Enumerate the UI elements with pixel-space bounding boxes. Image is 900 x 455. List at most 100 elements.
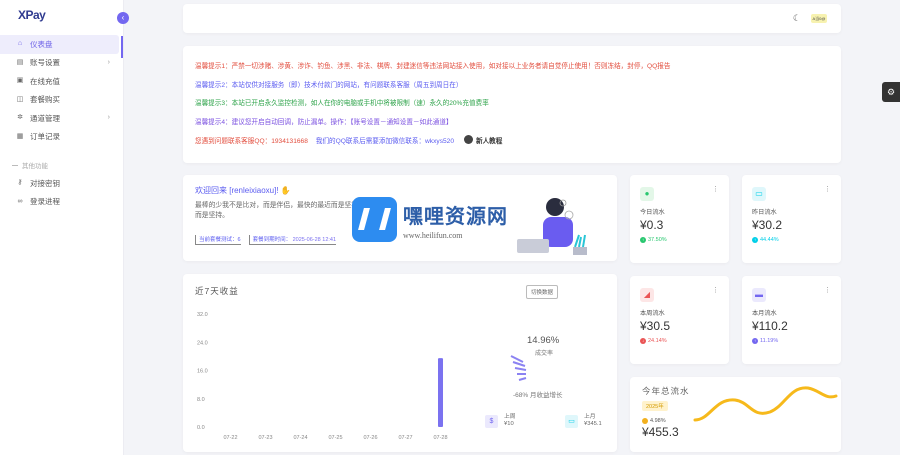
expire-info: 套餐到期时间： 2025-06-28 12:41 — [248, 235, 337, 245]
sidebar: XPay ⌂ 仪表盘 ▤ 账号设置 › ▣ 在线充值 ◫ 套餐购买 ✲ 通道管理… — [0, 0, 124, 455]
arrow-down-icon: ↓ — [640, 338, 646, 344]
sidebar-item-package[interactable]: ◫ 套餐购买 — [0, 91, 124, 110]
avatar[interactable]: A当0@ — [811, 14, 827, 23]
stat-label: 本周流水 — [640, 310, 665, 317]
x-tick-label: 07-27 — [398, 435, 412, 441]
gear-icon: ✲ — [17, 114, 23, 122]
year-wave-chart — [693, 386, 838, 422]
notice-4: 温馨提示4：建议您开启自动回调，防止漏单。操作：【账号设置－通知设置－如此通道】 — [195, 119, 453, 127]
x-tick-label: 07-26 — [363, 435, 377, 441]
arrow-up-icon: ↑ — [752, 338, 758, 344]
last-month-label: 上月 — [584, 414, 596, 420]
stat-label: 本月流水 — [752, 310, 777, 317]
last-week-summary: $ 上周 ¥10 — [485, 414, 516, 428]
sidebar-item-label: 订单记录 — [30, 132, 60, 142]
chart-bar[interactable] — [438, 358, 443, 427]
watermark-logo-icon — [352, 197, 397, 242]
watermark-url: www.heilifun.com — [403, 230, 463, 240]
sidebar-item-account-settings[interactable]: ▤ 账号设置 › — [0, 54, 124, 73]
stat-yesterday: ▭ ⋮ 昨日流水 ¥30.2 ↑ 44.44% — [742, 175, 841, 263]
stat-today: ● ⋮ 今日流水 ¥0.3 ↑ 37.50% — [630, 175, 729, 263]
moon-icon[interactable]: ☾ — [793, 13, 801, 24]
chevron-right-icon: › — [107, 114, 110, 121]
sidebar-item-label: 账号设置 — [30, 58, 60, 68]
sidebar-item-login[interactable]: ∞ 登录进程 — [0, 193, 124, 212]
sidebar-nav: ⌂ 仪表盘 ▤ 账号设置 › ▣ 在线充值 ◫ 套餐购买 ✲ 通道管理 › ▦ … — [0, 35, 124, 211]
tutorial-link[interactable]: 新人教程 — [464, 135, 502, 145]
sidebar-item-recharge[interactable]: ▣ 在线充值 — [0, 72, 124, 91]
sidebar-item-orders[interactable]: ▦ 订单记录 — [0, 128, 124, 147]
money-icon: ▬ — [752, 288, 766, 302]
conversion-rate-label: 成交率 — [535, 351, 554, 357]
month-growth: -68% 月收益增长 — [513, 392, 563, 399]
arrow-up-icon: ↑ — [640, 237, 646, 243]
key-icon: ⚷ — [17, 179, 23, 187]
bar-chart: 32.0 24.0 16.0 8.0 0.0 07-22 07-23 07-24 07-25 07… — [197, 312, 448, 441]
x-tick-label: 07-23 — [258, 435, 272, 441]
watermark: 嘿哩资源网 www.heilifun.com — [352, 197, 508, 242]
last-month-summary: ▭ 上月 ¥345.1 — [565, 414, 602, 428]
y-tick-label: 0.0 — [197, 425, 205, 431]
sidebar-item-channel[interactable]: ✲ 通道管理 › — [0, 109, 124, 128]
welcome-meta: 当前套餐测试：6 套餐到期时间： 2025-06-28 12:41 — [195, 235, 337, 245]
sidebar-item-label: 在线充值 — [30, 76, 60, 86]
more-icon[interactable]: ⋮ — [712, 185, 719, 193]
wallet-icon: ▭ — [565, 414, 578, 428]
stat-delta: ↑ 44.44% — [752, 237, 779, 243]
id-card-icon: ▤ — [16, 58, 24, 66]
wave-hand-icon: ✋ — [280, 186, 291, 195]
notice-1: 温馨提示1：严禁一切涉赌、涉黄、涉诈、钓鱼、涉黑、非法、棋牌、封建迷信等违法网站… — [195, 63, 671, 71]
watermark-name: 嘿哩资源网 — [403, 205, 508, 228]
package-info: 当前套餐测试：6 — [195, 235, 241, 245]
sidebar-item-dashboard[interactable]: ⌂ 仪表盘 — [0, 35, 119, 54]
stat-value: ¥30.2 — [752, 218, 783, 232]
year-trend-line — [693, 386, 838, 422]
sidebar-item-label: 仪表盘 — [30, 39, 53, 49]
logo-text: XPay — [18, 8, 46, 22]
active-indicator — [121, 36, 123, 58]
stat-delta: ↑ 37.50% — [640, 237, 667, 243]
notice-3: 温馨提示3：本站已开启永久监控检测，如人在你的电脑或手机中将被限制（速）永久的2… — [195, 100, 489, 108]
rate-fan-icon — [510, 355, 527, 381]
settings-tab-icon[interactable]: ⚙ — [882, 82, 900, 102]
coins-icon: ● — [640, 187, 654, 201]
arrow-up-icon — [642, 418, 648, 424]
sidebar-item-label: 通道管理 — [30, 113, 60, 123]
top-bar: ☾ A当0@ — [183, 4, 841, 33]
contact-wechat: 我们的QQ联系后需要添加微信联系：wkxys520 — [315, 137, 454, 145]
expire-time: 2025-06-28 12:41 — [292, 237, 337, 243]
sidebar-item-label: 对接密钥 — [30, 178, 60, 188]
stat-value: ¥0.3 — [640, 218, 664, 232]
notice-2: 温馨提示2：本站仅供对接服务（即）技术付款门的网站，有问题联系客服（周五到周日在… — [195, 81, 463, 89]
arrow-up-icon: ↑ — [752, 237, 758, 243]
last-month-value: ¥345.1 — [584, 421, 602, 427]
y-tick-label: 32.0 — [197, 312, 208, 318]
stat-label: 今日流水 — [640, 209, 665, 216]
wallet-icon: ▣ — [16, 77, 24, 85]
sidebar-item-api-key[interactable]: ⚷ 对接密钥 — [0, 174, 124, 193]
cart-icon: ◫ — [16, 95, 24, 103]
watermark-text: 嘿哩资源网 www.heilifun.com — [403, 200, 508, 240]
user-icon — [464, 135, 473, 145]
sidebar-item-label: 套餐购买 — [30, 95, 60, 105]
more-icon[interactable]: ⋮ — [712, 286, 719, 294]
link-icon: ∞ — [17, 197, 23, 205]
more-icon[interactable]: ⋮ — [824, 185, 831, 193]
logo[interactable]: XPay — [18, 8, 46, 22]
year-badge: 2025年 — [642, 401, 668, 411]
more-icon[interactable]: ⋮ — [824, 286, 831, 294]
stat-value: ¥110.2 — [752, 319, 788, 333]
stat-month: ▬ ⋮ 本月流水 ¥110.2 ↑ 11.19% — [742, 276, 841, 364]
sidebar-collapse-button[interactable]: ‹ — [117, 12, 129, 24]
x-tick-label: 07-25 — [328, 435, 342, 441]
x-tick-label: 07-22 — [223, 435, 237, 441]
chevron-right-icon: › — [107, 58, 110, 66]
sidebar-item-label: 登录进程 — [30, 197, 60, 207]
chart-icon: ◢ — [640, 288, 654, 302]
notice-panel: 温馨提示1：严禁一切涉赌、涉黄、涉诈、钓鱼、涉黑、非法、棋牌、封建迷信等违法网站… — [183, 46, 841, 163]
y-tick-label: 24.0 — [197, 340, 208, 346]
stat-week: ◢ ⋮ 本周流水 ¥30.5 ↓ 24.14% — [630, 276, 729, 364]
income-chart-card: 近7天收益 切换数据 32.0 24.0 16.0 8.0 0.0 07-22 07-23 0… — [183, 274, 617, 452]
stat-value: ¥30.5 — [640, 319, 671, 333]
sidebar-section-title: 其他功能 — [0, 156, 124, 174]
